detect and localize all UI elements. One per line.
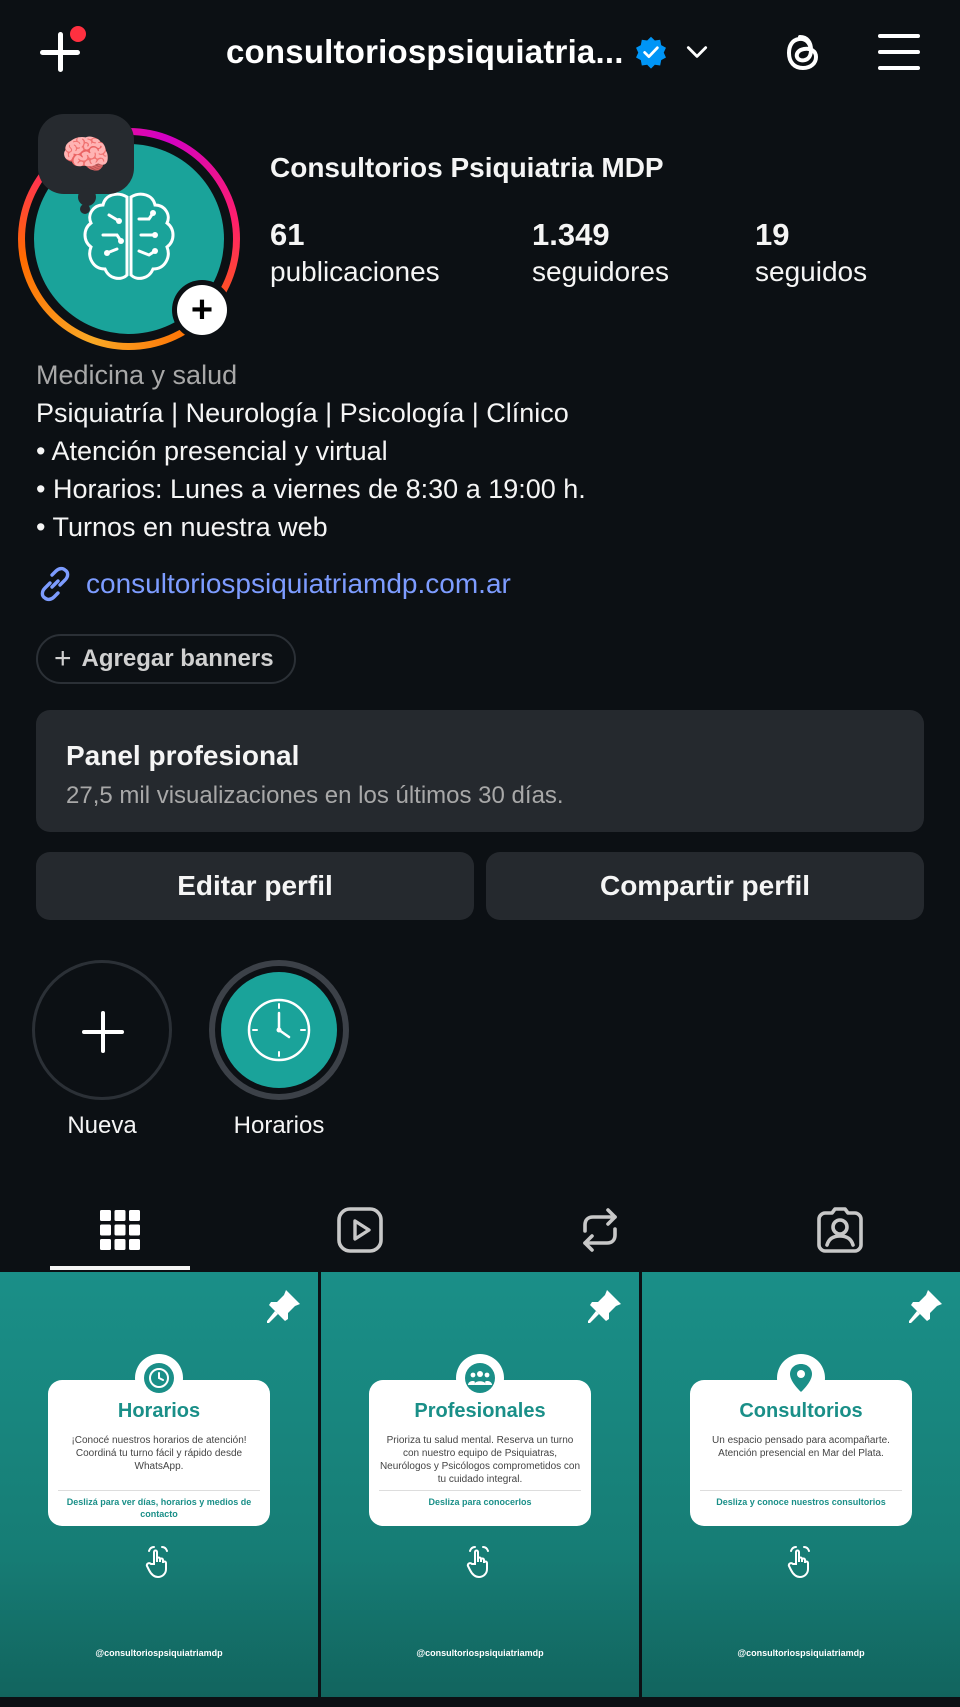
post-tile[interactable]: Horarios ¡Conocé nuestros horarios de at…	[0, 1272, 318, 1697]
stat-value: 61	[270, 217, 305, 252]
bio-line: Psiquiatría | Neurología | Psicología | …	[36, 398, 569, 428]
top-bar: consultoriospsiquiatria...	[0, 0, 960, 110]
profile-link[interactable]: consultoriospsiquiatriamdp.com.ar	[36, 565, 511, 603]
clock-icon	[247, 998, 311, 1062]
professional-dashboard[interactable]: Panel profesional 27,5 mil visualizacion…	[36, 710, 924, 832]
post-body: Prioriza tu salud mental. Reserva un tur…	[379, 1435, 581, 1485]
post-cta: Desliza para conocerlos	[428, 1497, 532, 1507]
bio-line: • Turnos en nuestra web	[36, 512, 328, 542]
reels-icon	[337, 1207, 383, 1253]
tab-reposts[interactable]	[530, 1198, 670, 1262]
highlight-cover	[221, 972, 337, 1088]
posts-grid: Horarios ¡Conocé nuestros horarios de at…	[0, 1272, 960, 1707]
post-body: Un espacio pensado para acompañarte. Ate…	[712, 1435, 890, 1459]
post-card: Profesionales Prioriza tu salud mental. …	[369, 1354, 591, 1526]
account-switcher[interactable]: consultoriospsiquiatria...	[226, 30, 710, 74]
edit-profile-button[interactable]: Editar perfil	[36, 852, 474, 920]
profile-tabs	[0, 1190, 960, 1270]
stat-following[interactable]: 19 seguidos	[755, 216, 867, 290]
menu-line	[878, 66, 920, 70]
bio-line: • Atención presencial y virtual	[36, 436, 388, 466]
post-title: Profesionales	[414, 1400, 546, 1422]
pin-icon	[588, 1290, 621, 1323]
chevron-down-icon	[686, 46, 707, 58]
highlight-label: Nueva	[67, 1112, 137, 1139]
tab-tagged[interactable]	[770, 1198, 910, 1262]
swipe-hand-icon	[145, 1546, 168, 1579]
add-banners-button[interactable]: + Agregar banners	[36, 634, 296, 684]
clock-icon	[135, 1354, 183, 1402]
stat-value: 19	[755, 217, 790, 252]
grid-icon	[100, 1210, 140, 1250]
panel-subtitle: 27,5 mil visualizaciones en los últimos …	[66, 782, 564, 809]
post-handle: @consultoriospsiquiatriamdp	[95, 1648, 223, 1658]
create-plus-icon[interactable]	[36, 26, 86, 76]
post-body: ¡Conocé nuestros horarios de atención! C…	[71, 1435, 247, 1472]
plus-bar	[58, 32, 63, 72]
note-bubble-tail	[80, 204, 90, 214]
post-handle: @consultoriospsiquiatriamdp	[737, 1648, 865, 1658]
stat-posts[interactable]: 61 publicaciones	[270, 216, 440, 290]
people-icon	[456, 1354, 504, 1402]
highlight-new[interactable]: Nueva	[32, 960, 172, 1140]
share-profile-button[interactable]: Compartir perfil	[486, 852, 924, 920]
stat-followers[interactable]: 1.349 seguidores	[532, 216, 669, 290]
new-highlight-circle	[32, 960, 172, 1100]
post-tile[interactable]: Profesionales Prioriza tu salud mental. …	[321, 1272, 639, 1697]
stat-label: publicaciones	[270, 256, 440, 287]
highlight-label: Horarios	[233, 1112, 325, 1139]
link-text: consultoriospsiquiatriamdp.com.ar	[86, 568, 511, 599]
post-card: Consultorios Un espacio pensado para aco…	[690, 1354, 912, 1526]
brain-emoji-icon: 🧠	[61, 132, 111, 177]
highlight-circle	[209, 960, 349, 1100]
tagged-icon	[817, 1207, 863, 1253]
post-tile[interactable]: Consultorios Un espacio pensado para aco…	[642, 1272, 960, 1697]
plus-icon: +	[54, 642, 72, 675]
add-banners-label: Agregar banners	[81, 645, 274, 672]
username: consultoriospsiquiatria...	[226, 33, 624, 70]
highlight-horarios[interactable]: Horarios	[209, 960, 349, 1140]
swipe-hand-icon	[787, 1546, 810, 1579]
location-pin-icon	[777, 1354, 825, 1402]
tab-reels[interactable]	[290, 1198, 430, 1262]
hamburger-menu-icon[interactable]	[876, 32, 922, 72]
notification-dot	[70, 26, 86, 42]
menu-line	[878, 50, 920, 54]
pin-icon	[267, 1290, 300, 1323]
stat-label: seguidores	[532, 256, 669, 287]
stat-label: seguidos	[755, 256, 868, 287]
bio-line: • Horarios: Lunes a viernes de 8:30 a 19…	[36, 474, 586, 504]
post-handle: @consultoriospsiquiatriamdp	[416, 1648, 544, 1658]
post-title: Consultorios	[739, 1400, 863, 1422]
note-bubble-tail	[78, 188, 96, 206]
display-name: Consultorios Psiquiatria MDP	[270, 152, 664, 183]
active-tab-indicator	[50, 1266, 190, 1270]
link-icon	[40, 566, 70, 602]
plus-icon: +	[177, 285, 227, 335]
pin-icon	[909, 1290, 942, 1323]
panel-title: Panel profesional	[66, 740, 300, 771]
post-cta: Desliza y conoce nuestros consultorios	[716, 1497, 886, 1507]
post-title: Horarios	[117, 1400, 201, 1422]
stat-value: 1.349	[532, 217, 610, 252]
profile-category: Medicina y salud	[36, 360, 238, 390]
reposts-icon	[583, 1208, 617, 1252]
add-story-button[interactable]: +	[172, 280, 232, 340]
swipe-hand-icon	[466, 1546, 489, 1579]
verified-badge-icon	[635, 36, 666, 69]
menu-line	[878, 34, 920, 38]
post-cta: Deslizá para ver días, horarios y medios…	[66, 1497, 252, 1519]
threads-icon[interactable]	[778, 28, 828, 78]
tab-grid[interactable]	[50, 1198, 190, 1262]
note-bubble[interactable]: 🧠	[38, 114, 134, 194]
post-card: Horarios ¡Conocé nuestros horarios de at…	[48, 1354, 270, 1526]
